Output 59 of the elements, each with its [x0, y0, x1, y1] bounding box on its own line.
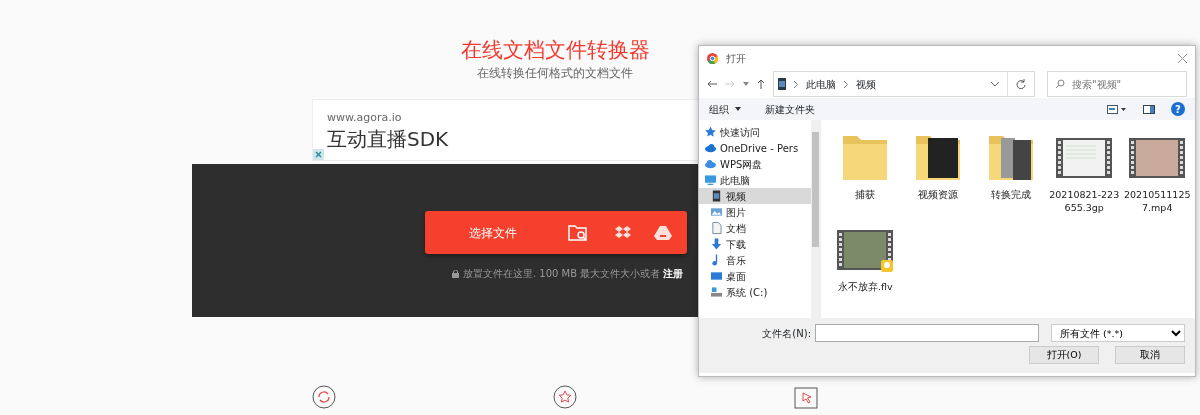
scrollbar-thumb[interactable] [811, 132, 819, 247]
register-link[interactable]: 注册 [663, 268, 684, 279]
address-bar[interactable]: 此电脑 视频 [773, 71, 1035, 97]
refresh-icon [312, 385, 336, 409]
up-arrow-icon[interactable] [757, 79, 765, 89]
page-subtitle: 在线转换任何格式的文档文件 [477, 65, 633, 82]
picture-icon [711, 206, 722, 218]
nav-item[interactable]: 下载 [699, 236, 811, 252]
page-title: 在线文档文件转换器 [460, 37, 650, 64]
lock-icon [452, 269, 459, 278]
file-name[interactable]: 转换完成 [991, 188, 1032, 201]
choose-file-button[interactable]: 选择文件 [425, 222, 560, 243]
breadcrumb-item[interactable]: 此电脑 [806, 76, 836, 92]
nav-item[interactable]: 桌面 [699, 268, 811, 284]
search-field[interactable]: 搜索"视频" [1047, 71, 1187, 97]
close-icon[interactable] [313, 149, 324, 160]
organize-menu[interactable]: 组织 [709, 101, 729, 117]
drop-hint: 放置文件在这里. 100 MB 最大文件大小或者 注册 [463, 267, 684, 281]
dialog-button[interactable]: 取消 [1115, 346, 1185, 364]
view-mode-icon[interactable] [1107, 104, 1127, 114]
ad-url: www.agora.io [327, 110, 402, 126]
file-name[interactable]: 202105111257.mp4 [1120, 188, 1194, 214]
file-type-dropdown[interactable]: 所有文件 (*.*) [1051, 324, 1185, 342]
chevron-icon [794, 80, 798, 88]
caret-icon[interactable] [735, 107, 741, 111]
help-button[interactable]: ? [1171, 102, 1185, 116]
folder-search-icon[interactable] [568, 223, 588, 242]
file-name[interactable]: 永不放弃.flv [837, 280, 893, 293]
preview-pane-icon[interactable] [1143, 104, 1155, 114]
browser-icon [707, 52, 718, 64]
refresh-icon[interactable] [1016, 79, 1026, 89]
dialog-title: 打开 [726, 51, 746, 66]
ad-headline: 互动直播SDK [327, 126, 449, 151]
nav-item[interactable]: 系统 (C:) [699, 284, 811, 300]
cloud-icon [705, 142, 716, 154]
nav-item[interactable]: 音乐 [699, 252, 811, 268]
file-name[interactable]: 视频资源 [918, 188, 959, 201]
cloud-icon [705, 158, 716, 170]
star-icon [705, 126, 716, 138]
nav-item[interactable]: 文档 [699, 220, 811, 236]
cursor-icon [794, 385, 818, 409]
chevron-icon [844, 80, 848, 88]
nav-item[interactable]: 图片 [699, 204, 811, 220]
nav-item[interactable]: 此电脑 [699, 172, 811, 188]
document-icon [711, 222, 722, 234]
back-icon[interactable] [707, 80, 717, 88]
filename-label: 文件名(N): [762, 326, 811, 341]
download-icon [711, 238, 722, 250]
triangle-icon[interactable] [654, 224, 672, 241]
file-name[interactable]: 20210821-223655.3gp [1047, 188, 1121, 214]
drive-icon [711, 286, 722, 298]
scrollbar[interactable] [810, 120, 820, 318]
filename-field[interactable] [815, 324, 1039, 342]
nav-item[interactable]: 视频 [699, 188, 811, 204]
file-name[interactable]: 捕获 [855, 188, 876, 201]
breadcrumb-item[interactable]: 视频 [856, 76, 876, 92]
caret-icon[interactable] [991, 81, 999, 87]
dialog-button[interactable]: 打开(O) [1029, 346, 1099, 364]
close-icon[interactable] [1178, 53, 1187, 63]
